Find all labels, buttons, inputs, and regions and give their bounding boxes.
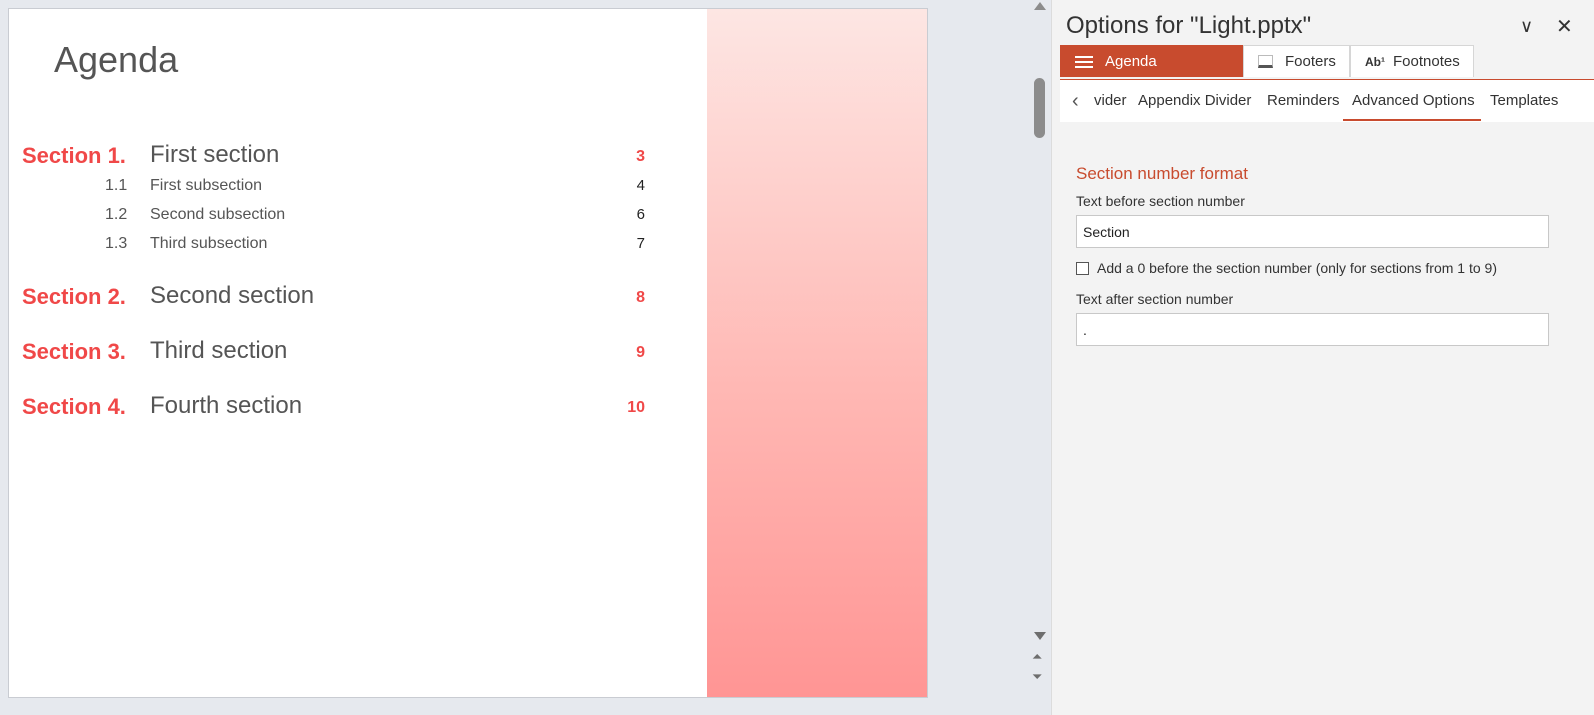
active-tab-indicator (1343, 119, 1481, 121)
toc-section-row: Section 2. Second section 8 (9, 282, 709, 312)
toc-subsection-row: 1.1 First subsection 4 (9, 177, 709, 207)
tab-agenda[interactable]: Agenda (1060, 45, 1243, 77)
chevron-left-icon[interactable]: ‹ (1072, 90, 1079, 113)
section-page: 3 (636, 148, 645, 165)
pane-title: Options for "Light.pptx" (1066, 12, 1312, 39)
subsection-title: First subsection (150, 177, 263, 194)
section-title: Second section (150, 282, 315, 309)
subsection-number: 1.3 (105, 235, 128, 252)
tab-reminders[interactable]: Reminders (1267, 92, 1340, 109)
subsection-page: 7 (636, 235, 645, 252)
section-heading: Section number format (1076, 164, 1248, 183)
section-number: Section 2. (22, 284, 126, 309)
section-number: Section 1. (22, 143, 126, 168)
tab-label: Footers (1285, 53, 1336, 70)
section-number: Section 4. (22, 394, 126, 419)
toc-section-row: Section 1. First section 3 (9, 141, 709, 171)
hamburger-icon (1075, 55, 1093, 68)
section-title: Third section (150, 337, 288, 364)
text-before-label: Text before section number (1076, 193, 1245, 209)
slide-area: Agenda Section 1. First section 3 1.1 Fi… (0, 0, 1030, 715)
scrollbar-thumb[interactable] (1034, 78, 1045, 138)
text-before-input[interactable] (1076, 215, 1549, 248)
section-title: First section (150, 141, 280, 168)
tab-label: Footnotes (1393, 53, 1460, 70)
vertical-scrollbar[interactable]: ⏶ ⏷ (1030, 0, 1050, 715)
text-after-label: Text after section number (1076, 291, 1234, 307)
add-zero-checkbox[interactable] (1076, 261, 1089, 275)
add-zero-label: Add a 0 before the section number (only … (1097, 260, 1497, 276)
toc-section-row: Section 3. Third section 9 (9, 337, 709, 367)
tab-footers[interactable]: Footers (1243, 45, 1350, 77)
toc-subsection-row: 1.2 Second subsection 6 (9, 206, 709, 236)
tab-advanced-options[interactable]: Advanced Options (1352, 92, 1475, 109)
options-pane: Options for "Light.pptx" ∨ ✕ Agenda Foot… (1051, 0, 1594, 715)
chevron-down-icon[interactable]: ∨ (1520, 16, 1533, 37)
sub-tabs: ‹ vider Appendix Divider Reminders Advan… (1060, 80, 1594, 122)
subsection-title: Third subsection (150, 235, 268, 252)
scroll-down-icon[interactable] (1034, 632, 1046, 640)
next-slide-icon[interactable]: ⏷ (1032, 670, 1042, 684)
previous-slide-icon[interactable]: ⏶ (1032, 650, 1042, 664)
tab-appendix-divider[interactable]: Appendix Divider (1138, 92, 1251, 109)
footer-icon (1258, 55, 1273, 68)
add-zero-option[interactable]: Add a 0 before the section number (only … (1076, 260, 1497, 276)
tab-label: Agenda (1105, 53, 1157, 70)
section-number: Section 3. (22, 339, 126, 364)
tab-footnotes[interactable]: Ab¹ Footnotes (1350, 45, 1474, 77)
slide[interactable]: Agenda Section 1. First section 3 1.1 Fi… (8, 8, 928, 698)
toc-subsection-row: 1.3 Third subsection 7 (9, 235, 709, 265)
slide-title: Agenda (54, 39, 179, 80)
main-tabs: Agenda Footers Ab¹ Footnotes (1060, 45, 1594, 81)
tab-templates[interactable]: Templates (1490, 92, 1558, 109)
subsection-page: 6 (636, 206, 645, 223)
footnote-icon: Ab¹ (1365, 54, 1385, 69)
subsection-number: 1.1 (105, 177, 128, 194)
section-page: 9 (636, 344, 645, 361)
subsection-page: 4 (636, 177, 645, 194)
close-icon[interactable]: ✕ (1556, 14, 1573, 39)
section-page: 8 (636, 289, 645, 306)
scroll-up-icon[interactable] (1034, 2, 1046, 10)
text-after-input[interactable] (1076, 313, 1549, 346)
subsection-number: 1.2 (105, 206, 128, 223)
toc-section-row: Section 4. Fourth section 10 (9, 392, 709, 422)
slide-gradient-panel (707, 9, 927, 697)
subsection-title: Second subsection (150, 206, 286, 223)
section-page: 10 (627, 399, 645, 416)
section-title: Fourth section (150, 392, 303, 419)
tab-divider[interactable]: vider (1094, 92, 1127, 109)
